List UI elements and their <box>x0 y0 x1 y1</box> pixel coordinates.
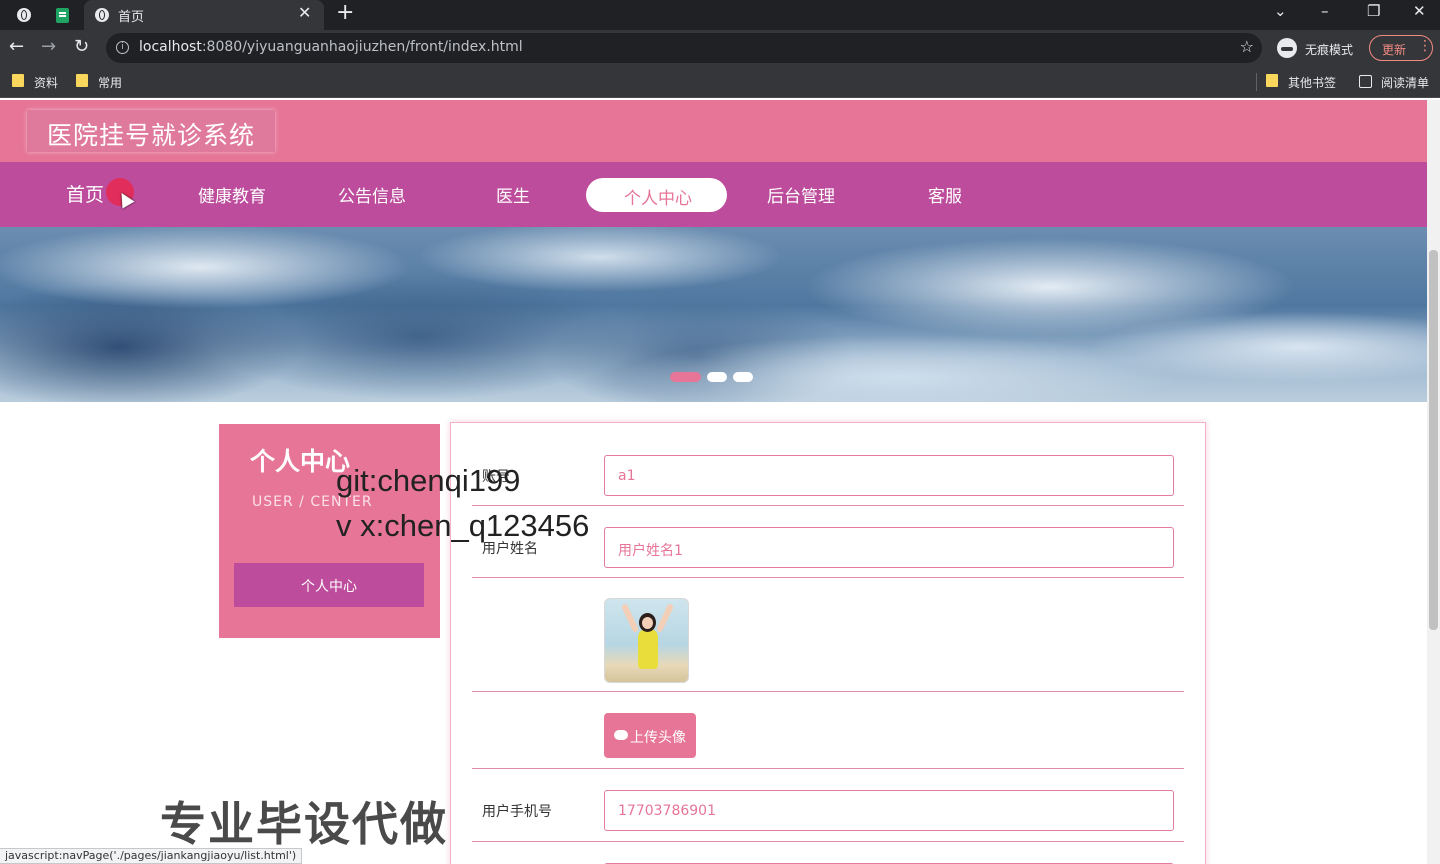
scrollbar-thumb[interactable] <box>1429 250 1438 630</box>
nav-announcements[interactable]: 公告信息 <box>338 182 406 207</box>
tab-title: 首页 <box>118 10 145 25</box>
close-window-icon[interactable]: ✕ <box>1413 2 1426 20</box>
upload-avatar-button[interactable]: 上传头像 <box>604 713 696 758</box>
phone-value: 17703786901 <box>618 803 716 819</box>
bookmark-folder-changyong[interactable]: 常用 <box>98 74 122 91</box>
upload-label: 上传头像 <box>630 730 686 746</box>
browser-toolbar: ← → ↻ i localhost:8080/yiyuanguanhaojiuz… <box>0 30 1440 66</box>
forward-icon[interactable]: → <box>41 36 56 57</box>
nav-health-education[interactable]: 健康教育 <box>198 182 266 207</box>
nav-personal-center-label: 个人中心 <box>624 189 692 209</box>
name-input[interactable]: 用户姓名1 <box>604 527 1174 568</box>
account-input[interactable]: a1 <box>604 455 1174 496</box>
folder-icon <box>76 74 88 87</box>
nav-doctors[interactable]: 医生 <box>496 182 530 207</box>
tab-close-icon[interactable]: ✕ <box>298 3 311 22</box>
bookmark-folder-ziliao[interactable]: 资料 <box>34 74 58 91</box>
new-tab-icon[interactable]: + <box>336 0 354 25</box>
page-scrollbar[interactable] <box>1427 100 1440 864</box>
watermark-wechat: v x:chen_q123456 <box>336 508 590 543</box>
update-button[interactable]: 更新 ⋮ <box>1369 35 1433 61</box>
minimize-icon[interactable]: – <box>1321 2 1329 20</box>
nav-admin[interactable]: 后台管理 <box>767 182 835 207</box>
browser-globe-icon[interactable] <box>14 5 34 25</box>
reload-icon[interactable]: ↻ <box>74 36 89 57</box>
main-nav: 首页 健康教育 公告信息 医生 个人中心 后台管理 客服 <box>0 162 1440 227</box>
cloud-upload-icon <box>614 730 628 740</box>
back-icon[interactable]: ← <box>9 36 24 57</box>
profile-form: 账号 a1 用户姓名 用户姓名1 上传头像 用户手机号 17703786901 <box>450 422 1206 864</box>
nav-personal-center[interactable]: 个人中心 <box>586 178 727 212</box>
name-value: 用户姓名1 <box>618 543 683 559</box>
more-menu-icon[interactable]: ⋮ <box>1418 38 1432 54</box>
side-button-label: 个人中心 <box>301 579 357 595</box>
account-value: a1 <box>618 468 636 484</box>
restore-icon[interactable]: ❐ <box>1367 2 1380 20</box>
browser-tab-bar: 首页 ✕ + ⌄ – ❐ ✕ <box>0 0 1440 30</box>
side-personal-center-button[interactable]: 个人中心 <box>234 563 424 607</box>
phone-input[interactable]: 17703786901 <box>604 790 1174 831</box>
site-header: 医院挂号就诊系统 <box>0 100 1440 162</box>
bookmarks-bar: 资料 常用 其他书签 阅读清单 <box>0 66 1440 98</box>
carousel-dot-1[interactable] <box>670 372 701 382</box>
avatar <box>604 598 689 683</box>
tab-search-chevron-icon[interactable]: ⌄ <box>1274 2 1287 20</box>
update-label: 更新 <box>1382 43 1407 57</box>
side-title: 个人中心 <box>250 447 351 476</box>
phone-label: 用户手机号 <box>482 804 552 820</box>
row-divider <box>472 841 1184 842</box>
status-bar: javascript:navPage('./pages/jiankangjiao… <box>0 848 303 864</box>
carousel-dot-2[interactable] <box>707 372 727 382</box>
page: 医院挂号就诊系统 首页 健康教育 公告信息 医生 个人中心 后台管理 客服 个人… <box>0 100 1440 864</box>
nav-home[interactable]: 首页 <box>66 180 104 207</box>
site-title: 医院挂号就诊系统 <box>47 121 256 150</box>
row-divider <box>472 505 1184 506</box>
reading-list[interactable]: 阅读清单 <box>1381 74 1429 91</box>
nav-customer-service[interactable]: 客服 <box>928 182 962 207</box>
incognito-icon[interactable] <box>1277 38 1297 58</box>
incognito-label: 无痕模式 <box>1305 43 1354 57</box>
row-divider <box>472 577 1184 578</box>
folder-icon <box>1266 74 1278 87</box>
tab-globe-icon <box>92 5 112 25</box>
row-divider <box>472 691 1184 692</box>
url-text[interactable]: localhost:8080/yiyuanguanhaojiuzhen/fron… <box>139 39 523 55</box>
other-bookmarks[interactable]: 其他书签 <box>1288 74 1336 91</box>
bookmarks-divider <box>1256 73 1257 91</box>
row-divider <box>472 768 1184 769</box>
bookmark-star-icon[interactable]: ☆ <box>1240 37 1254 56</box>
folder-icon <box>12 74 24 87</box>
address-bar[interactable]: i localhost:8080/yiyuanguanhaojiuzhen/fr… <box>106 33 1262 63</box>
banner-carousel[interactable] <box>0 227 1427 402</box>
reading-list-icon <box>1359 75 1372 88</box>
watermark-git: git:chenqi199 <box>336 463 521 498</box>
site-info-icon[interactable]: i <box>116 41 129 54</box>
sheets-tab-icon[interactable] <box>52 5 72 25</box>
carousel-dot-3[interactable] <box>733 372 753 382</box>
site-logo[interactable]: 医院挂号就诊系统 <box>27 110 275 152</box>
watermark-ad: 专业毕设代做 <box>160 797 448 851</box>
